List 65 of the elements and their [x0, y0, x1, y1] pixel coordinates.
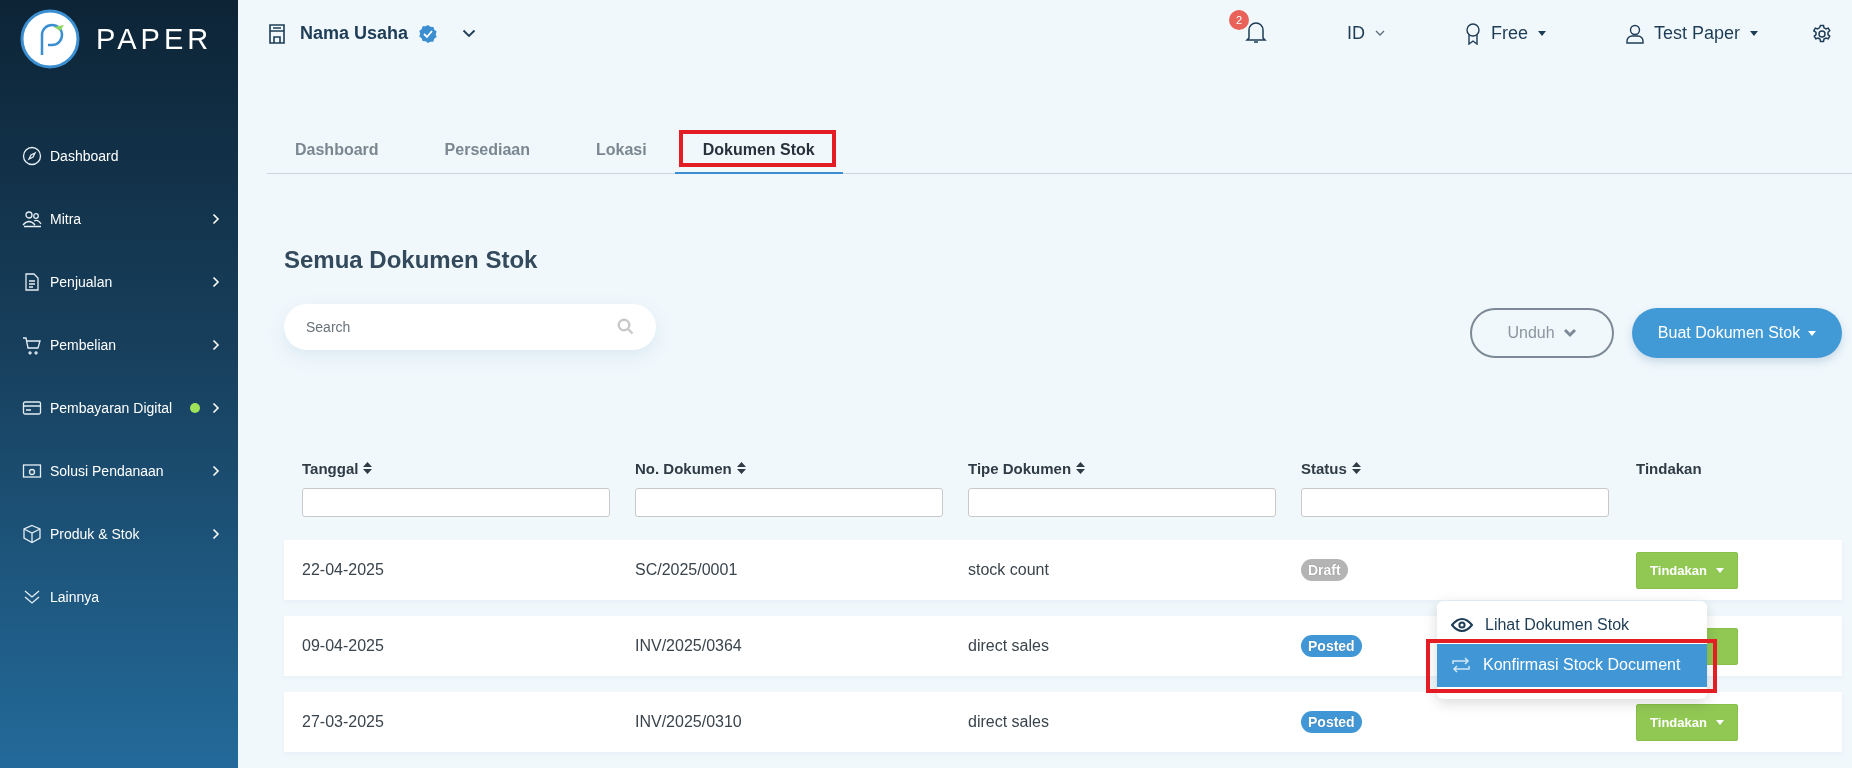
chevron-down-icon[interactable]: [1374, 30, 1385, 37]
caret-down-icon: [1808, 330, 1817, 336]
notification-badge: 2: [1228, 9, 1249, 30]
column-header[interactable]: Tipe Dokumen: [968, 459, 1072, 477]
user-menu[interactable]: Test Paper: [1653, 23, 1740, 44]
table-cell: 27-03-2025: [302, 713, 384, 730]
logo-icon: [20, 9, 80, 69]
eye-icon: [1451, 617, 1473, 632]
sidebar-item[interactable]: Mitra: [0, 187, 238, 250]
column-header[interactable]: Tanggal: [302, 459, 359, 477]
table-cell: direct sales: [968, 713, 1049, 730]
tab[interactable]: Dokumen Stok: [674, 127, 843, 174]
settings-icon[interactable]: [1812, 23, 1832, 44]
brand-name: PAPER: [96, 22, 213, 56]
sort-icon[interactable]: [736, 462, 746, 474]
status-badge: Posted: [1301, 711, 1362, 733]
cart-icon: [22, 334, 42, 355]
column-header[interactable]: Status: [1301, 459, 1347, 477]
sidebar-item[interactable]: Solusi Pendanaan: [0, 439, 238, 502]
chevron-down-icon[interactable]: [462, 29, 477, 38]
column-header[interactable]: No. Dokumen: [635, 459, 732, 477]
table-cell: INV/2025/0310: [635, 713, 742, 730]
table-cell: 22-04-2025: [302, 561, 384, 578]
business-name[interactable]: Nama Usaha: [300, 23, 409, 44]
sidebar-item[interactable]: Pembelian: [0, 313, 238, 376]
caret-down-icon[interactable]: [1537, 31, 1546, 36]
status-badge: Draft: [1301, 559, 1348, 581]
column-header: Tindakan: [1636, 459, 1702, 477]
search-field[interactable]: Search: [284, 304, 656, 350]
caret-down-icon: [1715, 719, 1724, 725]
filter-field[interactable]: [1301, 488, 1609, 517]
sidebar-item[interactable]: Produk & Stok: [0, 502, 238, 565]
document-icon: [22, 271, 42, 292]
box-icon: [22, 523, 42, 544]
status-badge: Posted: [1301, 635, 1362, 657]
search-icon: [617, 318, 634, 335]
sort-icon[interactable]: [1076, 462, 1086, 474]
award-icon: [1464, 22, 1481, 45]
table-cell: direct sales: [968, 637, 1049, 654]
sidebar-item[interactable]: Pembayaran Digital: [0, 376, 238, 439]
chevron-down-icon: [1562, 328, 1577, 338]
plan-selector[interactable]: Free: [1490, 23, 1528, 44]
store-icon: [268, 23, 286, 44]
filter-field[interactable]: [302, 488, 610, 517]
user-icon: [1625, 23, 1644, 44]
sidebar-item[interactable]: Dashboard: [0, 124, 238, 187]
page-heading: Semua Dokumen Stok: [284, 246, 539, 274]
sort-icon[interactable]: [1351, 462, 1361, 474]
sort-icon[interactable]: [363, 462, 373, 474]
menu-item[interactable]: Lihat Dokumen Stok: [1437, 605, 1707, 644]
sidebar-item[interactable]: Lainnya: [0, 565, 238, 628]
language-selector[interactable]: ID: [1346, 23, 1365, 44]
caret-down-icon[interactable]: [1750, 31, 1758, 36]
table-cell: SC/2025/0001: [635, 561, 738, 578]
filter-field[interactable]: [968, 488, 1276, 517]
sidebar-item[interactable]: Penjualan: [0, 250, 238, 313]
table-cell: 09-04-2025: [302, 637, 384, 654]
caret-down-icon: [1715, 567, 1724, 573]
swap-arrows-icon: [1451, 657, 1471, 673]
filter-field[interactable]: [635, 488, 943, 517]
compass-icon: [22, 145, 42, 166]
people-icon: [22, 208, 42, 229]
table-cell: stock count: [968, 561, 1049, 578]
bell-icon[interactable]: [1244, 19, 1267, 44]
table-cell: INV/2025/0364: [635, 637, 742, 654]
